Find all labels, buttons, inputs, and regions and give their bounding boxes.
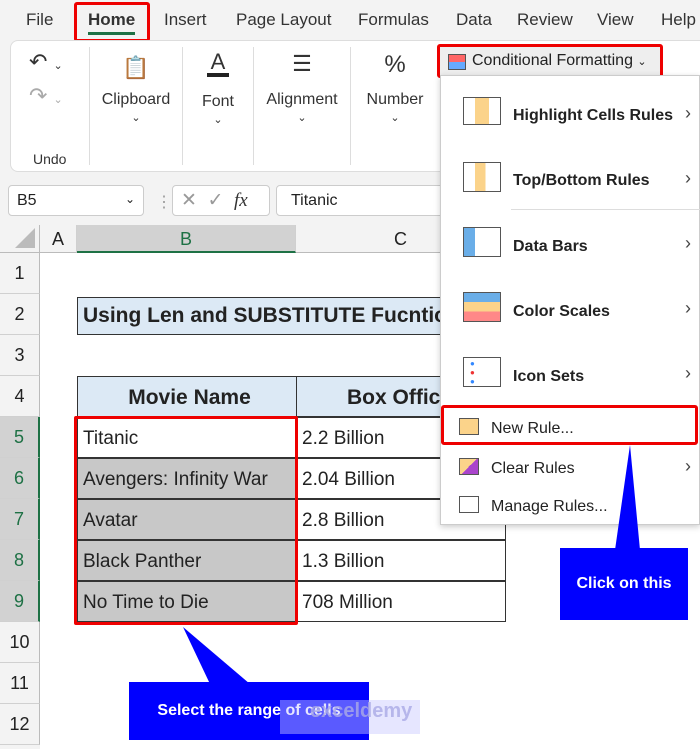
callout-pointers [183,445,640,684]
click-pointer [615,445,640,550]
watermark-logo: exceldemy [280,700,420,734]
select-pointer [183,627,250,684]
click-callout: Click on this [560,548,688,620]
